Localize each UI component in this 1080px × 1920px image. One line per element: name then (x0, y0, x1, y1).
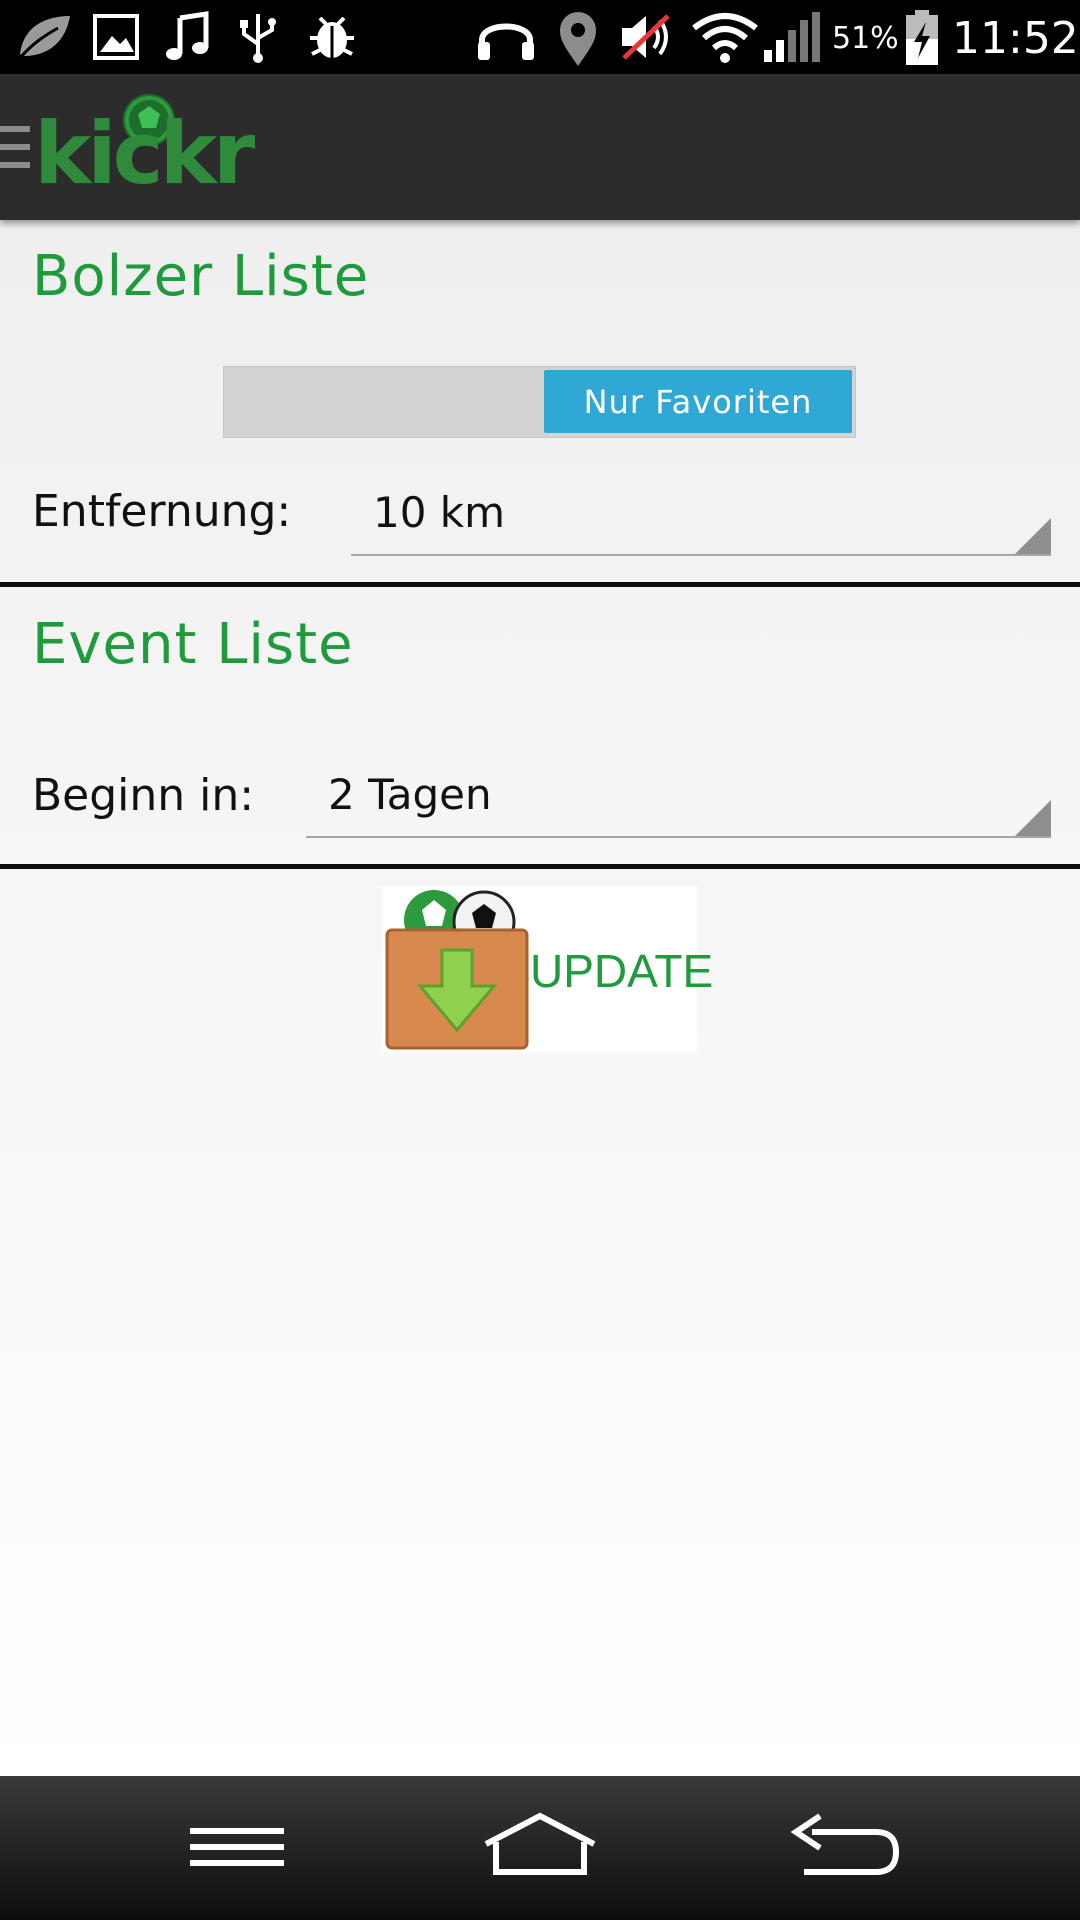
signal-icon (764, 12, 820, 62)
favorites-toggle-label: Nur Favoriten (544, 370, 852, 433)
mute-icon (622, 14, 670, 60)
bolzer-list-title: Bolzer Liste (32, 244, 370, 309)
logo-text: kickr (34, 104, 255, 204)
favorites-toggle[interactable]: Nur Favoriten (223, 366, 856, 438)
menu-icon[interactable] (188, 1812, 286, 1882)
wifi-icon (692, 13, 758, 63)
begin-label: Beginn in: (32, 770, 255, 821)
location-icon (560, 12, 596, 66)
headset-icon (478, 23, 534, 60)
debug-bug-icon (310, 16, 354, 58)
status-bar: 51% 11:52 (0, 0, 1080, 74)
distance-spinner[interactable]: 10 km (351, 480, 1051, 556)
event-list-title: Event Liste (32, 612, 354, 677)
navigation-bar (0, 1776, 1080, 1920)
update-label: UPDATE (530, 945, 714, 997)
home-icon[interactable] (482, 1812, 598, 1882)
leaf-icon (18, 16, 70, 59)
gallery-icon (93, 14, 139, 60)
usb-icon (240, 14, 276, 63)
drawer-menu-icon[interactable] (0, 126, 30, 168)
update-button[interactable]: UPDATE (382, 886, 713, 1052)
section-divider (0, 582, 1080, 587)
download-box-icon (385, 890, 529, 1050)
music-icon (166, 11, 209, 60)
section-divider (0, 864, 1080, 869)
battery-charging-icon (906, 10, 938, 65)
action-bar: kickr (0, 74, 1080, 220)
dropdown-corner-icon (1015, 800, 1051, 836)
distance-label: Entfernung: (32, 486, 292, 537)
begin-spinner[interactable]: 2 Tagen (306, 762, 1051, 838)
back-icon[interactable] (790, 1812, 900, 1882)
distance-value: 10 km (373, 488, 506, 537)
begin-value: 2 Tagen (328, 770, 492, 819)
dropdown-corner-icon (1015, 518, 1051, 554)
clock: 11:52 (952, 13, 1079, 64)
app-logo[interactable]: kickr (34, 92, 274, 202)
battery-percent: 51% (832, 21, 899, 56)
